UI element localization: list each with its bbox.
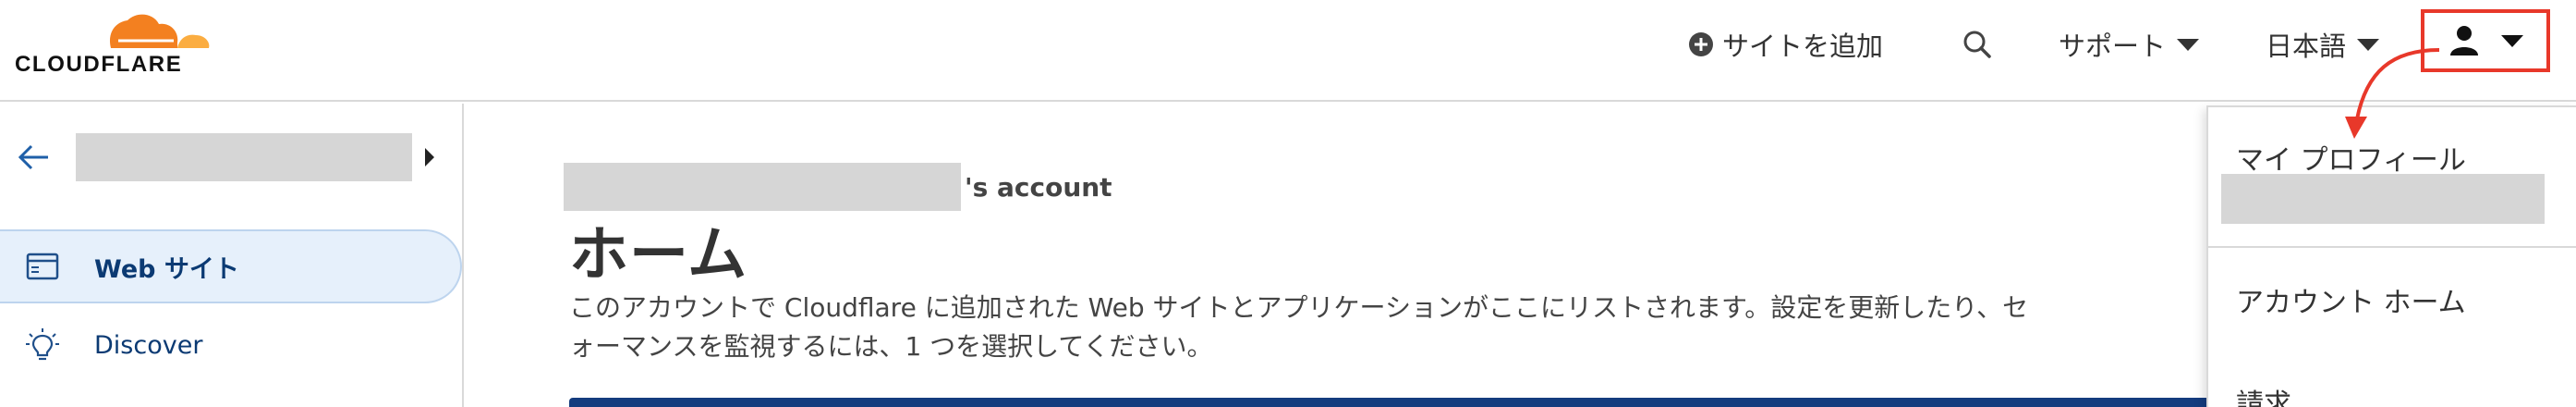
arrow-left-icon[interactable] xyxy=(17,141,54,174)
plus-circle-icon xyxy=(1689,32,1713,56)
cloudflare-logo[interactable]: CLOUDFLARE xyxy=(15,6,214,80)
chevron-down-icon xyxy=(2357,38,2380,51)
search-icon xyxy=(1963,31,1991,58)
sidebar-item-label: Web サイト xyxy=(94,254,239,284)
account-heading: 's account xyxy=(564,163,1112,211)
sidebar: Web サイト Discover xyxy=(0,104,464,407)
logo-wordmark: CLOUDFLARE xyxy=(15,52,183,77)
browser-window-icon xyxy=(26,253,59,280)
support-menu[interactable]: サポート xyxy=(2059,24,2200,65)
support-label: サポート xyxy=(2059,31,2167,62)
add-site-button[interactable]: サイトを追加 xyxy=(1689,24,1883,65)
sidebar-item-label: Discover xyxy=(94,330,203,360)
menu-item-account-home[interactable]: アカウント ホーム xyxy=(2236,279,2466,320)
account-suffix: 's account xyxy=(965,171,1112,203)
language-menu[interactable]: 日本語 xyxy=(2266,24,2380,65)
chevron-right-icon[interactable] xyxy=(425,148,434,166)
add-site-label: サイトを追加 xyxy=(1722,31,1884,62)
chevron-down-icon xyxy=(2501,34,2523,47)
menu-divider xyxy=(2208,246,2576,248)
user-dropdown-menu: マイ プロフィール アカウント ホーム 請求 xyxy=(2206,105,2576,407)
page-description: このアカウントで Cloudflare に追加された Web サイトとアプリケー… xyxy=(569,292,2029,362)
redacted-account-name xyxy=(564,163,961,211)
user-menu-button[interactable] xyxy=(2421,9,2550,72)
lightbulb-icon xyxy=(26,328,59,361)
search-button[interactable] xyxy=(1959,26,1996,63)
chevron-down-icon xyxy=(2177,38,2200,51)
sidebar-item-websites[interactable]: Web サイト xyxy=(0,229,462,303)
sidebar-item-discover[interactable]: Discover xyxy=(0,308,462,382)
promo-banner xyxy=(569,398,2417,407)
top-header: CLOUDFLARE サイトを追加 サポート 日本語 xyxy=(0,0,2576,102)
language-label: 日本語 xyxy=(2266,31,2347,62)
menu-item-my-profile[interactable]: マイ プロフィール xyxy=(2236,137,2466,178)
cloud-logo-icon xyxy=(109,14,210,48)
redacted-account-name xyxy=(76,133,412,181)
page-title: ホーム xyxy=(569,221,748,290)
menu-item-billing[interactable]: 請求 xyxy=(2236,381,2291,407)
account-switcher[interactable] xyxy=(0,131,462,183)
redacted-email xyxy=(2221,174,2545,224)
user-icon xyxy=(2450,26,2478,56)
